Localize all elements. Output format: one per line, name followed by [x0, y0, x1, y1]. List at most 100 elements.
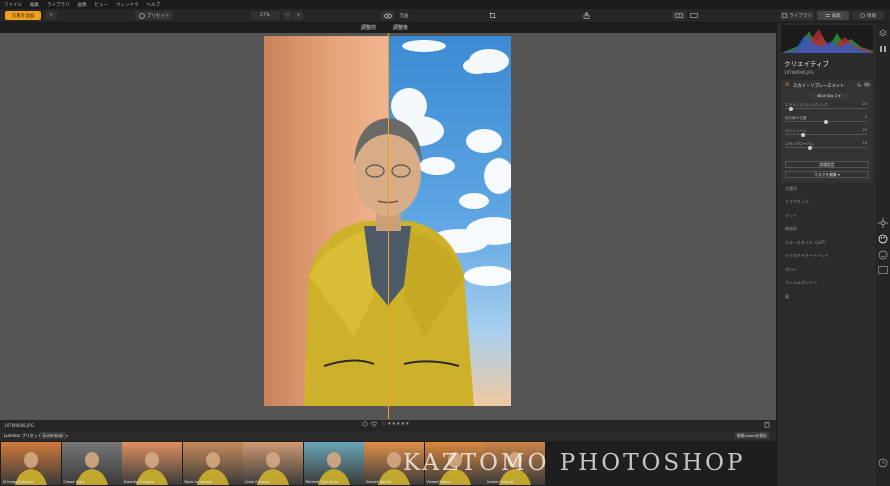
menu-library[interactable]: ライブラリ — [47, 2, 70, 8]
preset-thumbnail-label: Classic Black — [63, 480, 85, 484]
preset-category-select[interactable]: Essentials — [40, 432, 67, 439]
preset-thumbnail-label: Quick Enhance — [245, 480, 270, 484]
slider-knob[interactable] — [824, 119, 828, 124]
tool-matte[interactable]: マット — [785, 213, 797, 219]
essentials-sun-icon[interactable] — [878, 218, 888, 230]
menu-window[interactable]: ウィンドウ — [116, 2, 139, 8]
preset-thumbnail[interactable]: Classic Black — [61, 442, 122, 485]
slider-sky-global[interactable]: スカイグローバル 50 — [785, 141, 867, 150]
compare-divider-handle[interactable] — [388, 33, 389, 419]
library-tab[interactable]: ライブラリ — [780, 11, 814, 20]
add-button[interactable]: + — [45, 11, 57, 20]
tool-film-grain[interactable]: フィルムグレイン — [785, 280, 817, 286]
edit-label: 編集 — [832, 13, 841, 19]
tool-texture-overlay[interactable]: テクスチャオーバーレイ — [785, 253, 829, 259]
share-icon — [583, 12, 590, 19]
rating-stars[interactable]: ☆ ★★★★★ — [381, 421, 409, 427]
preset-thumbnail-label: Smooth Details — [366, 480, 392, 484]
single-view-button[interactable] — [688, 11, 700, 20]
advanced-settings-button[interactable]: 詳細設定 — [785, 161, 869, 168]
zoom-in-button[interactable]: + — [294, 11, 303, 20]
zoom-select[interactable]: 27% — [250, 11, 280, 20]
menu-bar: ファイル 編集 ライブラリ 画像 ビュー ウィンドウ ヘルプ — [0, 0, 890, 9]
add-photos-button[interactable]: 写真を追加 — [5, 11, 41, 20]
preset-thumbnail-label: Instant Contrast — [487, 480, 514, 484]
preset-thumbnail-label: Vibrant Nature — [426, 480, 451, 484]
presets-button[interactable]: プリセット — [135, 11, 173, 20]
panel-toggle-icon[interactable] — [879, 45, 887, 55]
slider-knob[interactable] — [800, 132, 805, 137]
tool-glow[interactable]: グロー — [785, 267, 797, 273]
histogram — [781, 25, 873, 53]
trash-icon[interactable] — [764, 421, 770, 430]
slider-track[interactable] — [785, 134, 867, 135]
favorite-heart-icon[interactable] — [371, 421, 377, 429]
flag-circle-icon[interactable] — [362, 421, 368, 429]
sky-select[interactable]: Blue Sky 2 ▾ — [809, 93, 849, 99]
preset-thumbnail-label: AI Image Enhancer — [3, 480, 35, 484]
crop-icon — [489, 12, 496, 19]
preset-thumbnail[interactable]: Essential Enhance — [122, 442, 182, 485]
save-look-button[interactable]: 新規Looksを保存 — [735, 432, 769, 439]
menu-view[interactable]: ビュー — [95, 2, 109, 8]
menu-help[interactable]: ヘルプ — [147, 2, 161, 8]
library-label: ライブラリ — [789, 13, 812, 19]
reset-icon[interactable] — [857, 82, 862, 89]
tool-name[interactable]: スカイ・リプレースメント — [793, 83, 844, 89]
before-label: 調整前 — [361, 25, 377, 31]
info-tab[interactable]: 情報 — [852, 11, 884, 20]
tool-fog[interactable]: 霧 — [785, 294, 789, 300]
eye-icon — [383, 13, 392, 19]
toolbar: 写真を追加 + プリセット 27% − + 元画 ライブラリ 編集 情報 — [0, 9, 890, 23]
slider-value: 50 — [862, 141, 867, 145]
crop-button[interactable] — [486, 11, 498, 20]
menu-image[interactable]: 画像 — [78, 2, 87, 8]
pro-tools-icon[interactable] — [878, 266, 888, 276]
library-icon — [782, 13, 788, 18]
tool-category-strip — [876, 23, 890, 486]
grid-view-button[interactable] — [672, 11, 686, 20]
category-dropdown-icon[interactable]: ▾ — [66, 433, 68, 438]
original-button[interactable]: 元画 — [396, 11, 412, 20]
menu-file[interactable]: ファイル — [4, 2, 22, 8]
compare-toggle-button[interactable] — [381, 11, 394, 20]
tool-mystical[interactable]: 神秘的 — [785, 226, 797, 232]
slider-knob[interactable] — [808, 145, 813, 150]
preset-thumbnail-label: Polished Cyan Nude — [305, 480, 339, 484]
preset-thumbnail[interactable]: Black Landscape — [182, 442, 243, 485]
visibility-eye-icon[interactable] — [863, 82, 871, 89]
panel-title: クリエイティブ — [784, 60, 829, 68]
zoom-out-button[interactable]: − — [283, 11, 292, 20]
panel-filename: 1XTW0006.JPG — [784, 70, 814, 75]
history-clock-icon[interactable] — [878, 458, 888, 470]
slider-knob[interactable] — [788, 106, 793, 111]
slider-value: 0 — [864, 115, 867, 119]
slider-horizon-blending[interactable]: ホライゾンブレンディング 20 — [785, 102, 867, 111]
info-bar: 1XTW0006.JPG ☆ ★★★★★ — [0, 420, 776, 431]
preset-thumbnail-label: Essential Enhance — [124, 480, 155, 484]
preset-thumbnail[interactable]: Quick Enhance — [243, 442, 303, 485]
preset-thumbnail[interactable]: Polished Cyan Nude — [303, 442, 364, 485]
slider-track[interactable] — [785, 108, 867, 109]
slider-horizon-position[interactable]: 地平線の位置 0 — [785, 115, 867, 124]
after-label: 調整後 — [393, 25, 409, 31]
tool-sunrays[interactable]: 太陽光 — [785, 186, 797, 192]
portrait-face-icon[interactable] — [878, 250, 888, 262]
slider-light-tone[interactable]: ライトトーン 20 — [785, 128, 867, 137]
edit-mask-button[interactable]: マスクを編集 ▾ — [785, 171, 869, 178]
creative-palette-icon[interactable] — [878, 234, 888, 246]
menu-edit[interactable]: 編集 — [30, 2, 39, 8]
sky-replacement-tool: AI スカイ・リプレースメント Blue Sky 2 ▾ ホライゾンブレンディン… — [781, 80, 873, 183]
layers-icon[interactable] — [878, 29, 888, 39]
tool-dramatic[interactable]: ドラマチック — [785, 199, 809, 205]
slider-label: 地平線の位置 — [785, 116, 807, 120]
edit-tab[interactable]: 編集 — [817, 11, 849, 20]
presets-bar: Luminar プリセット Essentials ▾ 新規Looksを保存 — [0, 431, 776, 441]
presets-icon — [138, 12, 145, 19]
preset-thumbnail[interactable]: AI Image Enhancer — [1, 442, 61, 485]
tool-color-style-lut[interactable]: カラースタイル（LUT） — [785, 240, 828, 246]
slider-track[interactable] — [785, 147, 867, 148]
share-button[interactable] — [580, 11, 592, 20]
edit-panel: クリエイティブ 1XTW0006.JPG AI スカイ・リプレースメント Blu… — [776, 23, 876, 486]
edit-icon — [825, 13, 830, 18]
